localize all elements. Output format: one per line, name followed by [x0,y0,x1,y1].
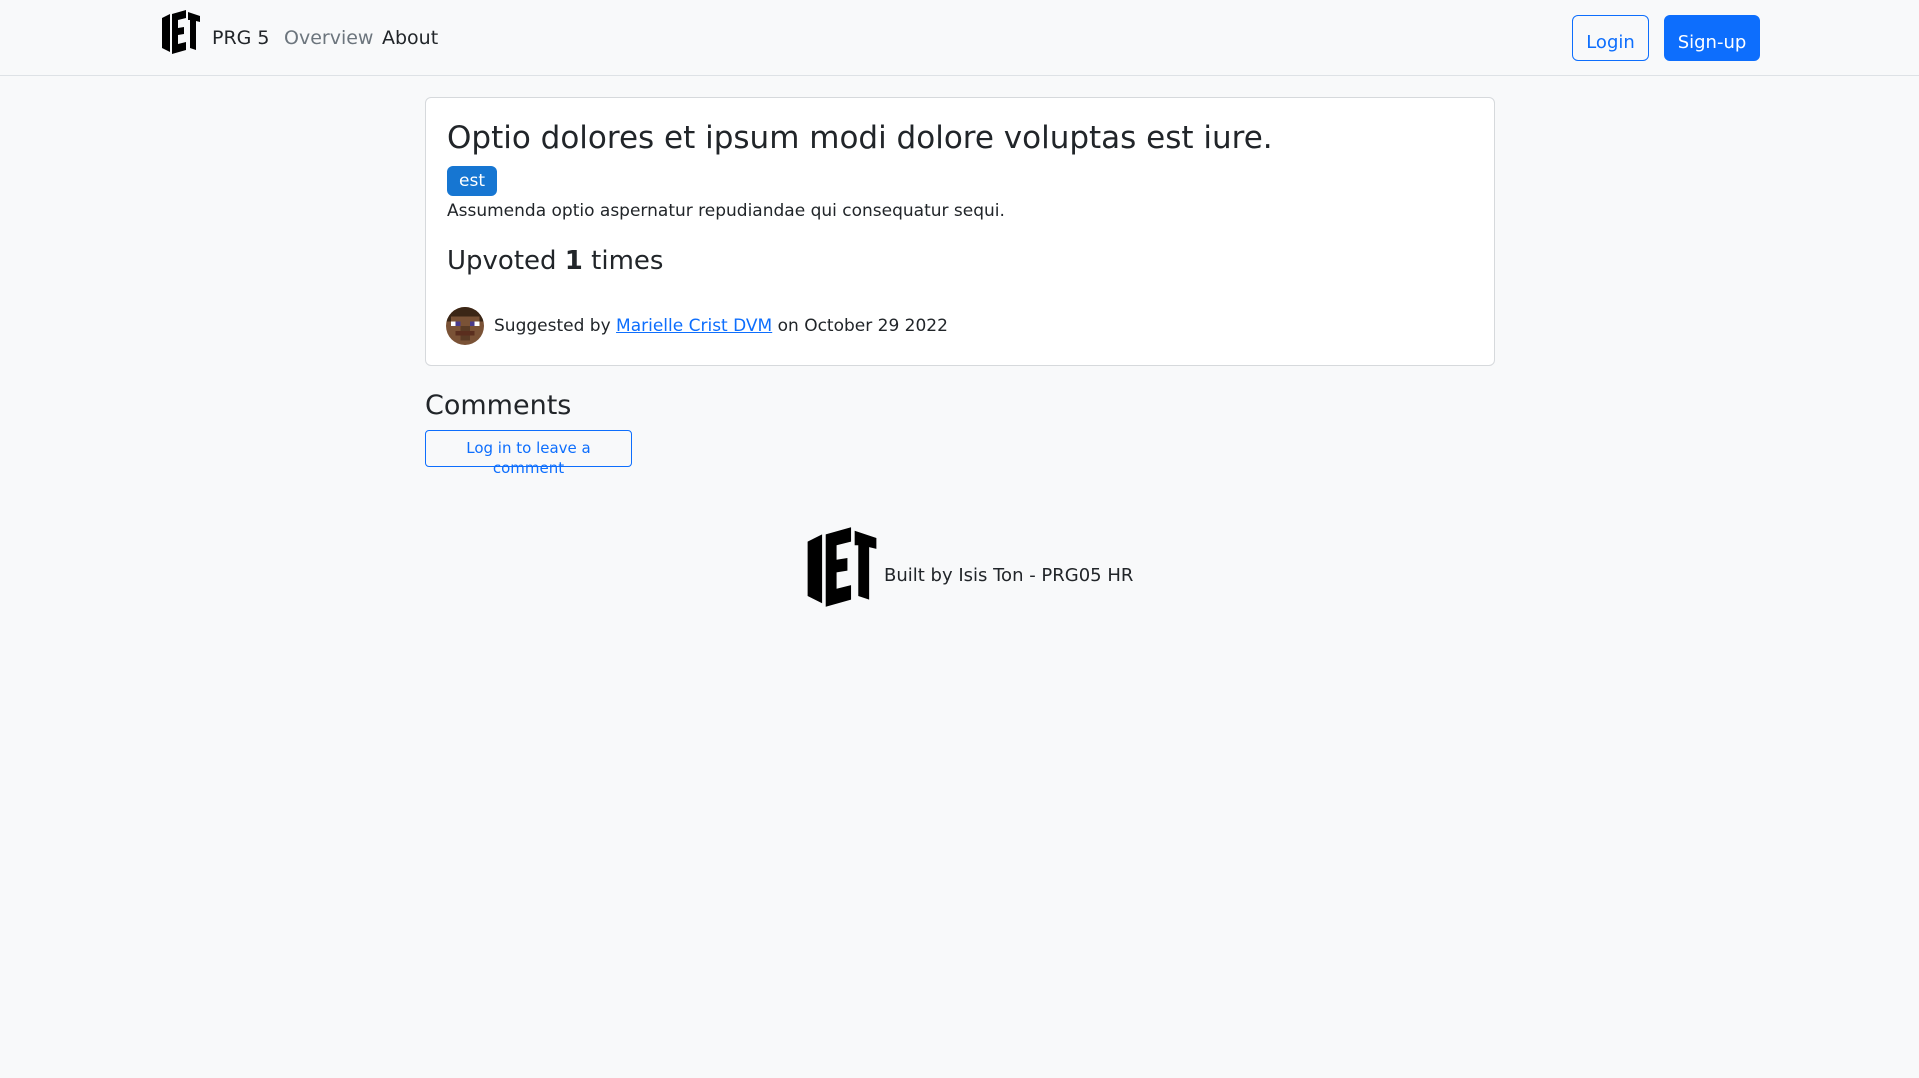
signup-button[interactable]: Sign-up [1664,15,1760,61]
suggested-by-line: Suggested by Marielle Crist DVM on Octob… [494,314,948,338]
brand-name-link[interactable]: PRG 5 [212,26,270,50]
pixel-avatar-icon [446,307,484,345]
comments-heading: Comments [425,390,572,421]
post-date: on October 29 2022 [777,316,948,336]
post-card: Optio dolores et ipsum modi dolore volup… [425,97,1495,366]
suggested-prefix: Suggested by [494,316,611,336]
footer-text: Built by Isis Ton - PRG05 HR [884,565,1134,586]
post-title: Optio dolores et ipsum modi dolore volup… [447,120,1273,156]
post-description: Assumenda optio aspernatur repudiandae q… [447,201,1005,221]
footer-logo-icon [807,527,877,607]
brand-logo-icon [162,10,200,54]
upvote-suffix: times [591,246,664,276]
login-to-comment-button[interactable]: Log in to leave a comment [425,430,632,477]
navbar: PRG 5 Overview About Login Sign-up [0,0,1919,76]
nav-link-overview[interactable]: Overview [284,26,373,50]
upvote-count: 1 [564,246,583,276]
author-avatar [446,307,484,345]
upvote-count-text: Upvoted 1 times [447,244,663,278]
upvote-prefix: Upvoted [447,246,557,276]
tag-badge: est [447,166,497,196]
nav-link-about[interactable]: About [382,26,438,50]
login-button[interactable]: Login [1572,15,1649,61]
author-link[interactable]: Marielle Crist DVM [616,316,772,336]
